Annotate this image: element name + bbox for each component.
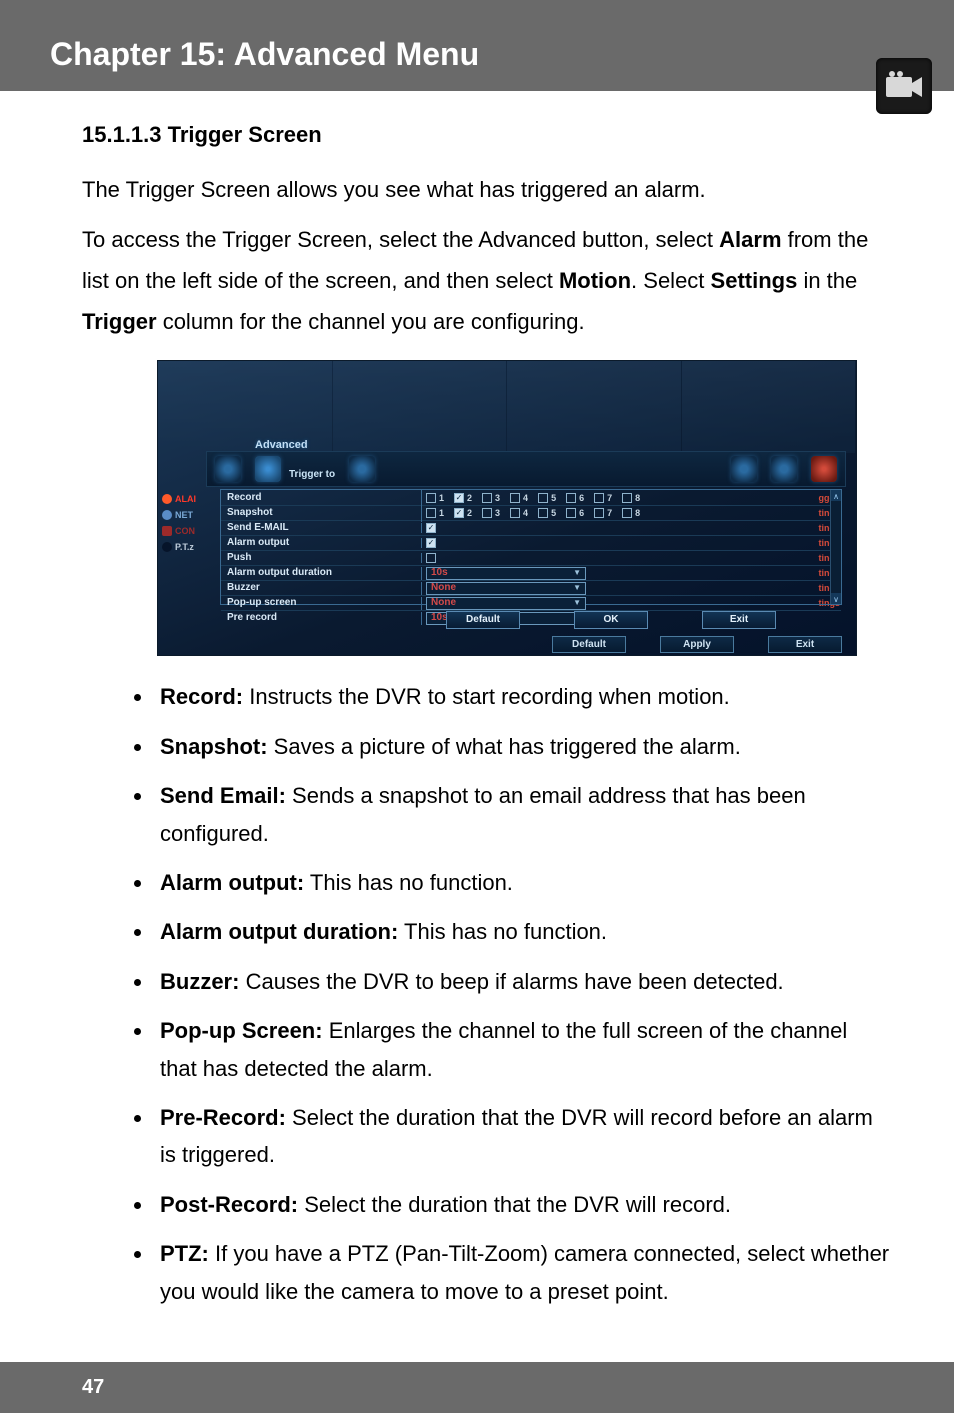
channel-number: 3 [495, 490, 500, 507]
channel-number: 1 [439, 490, 444, 507]
checkbox[interactable] [482, 493, 492, 503]
list-item: Snapshot: Saves a picture of what has tr… [154, 728, 890, 765]
row-push: Push [221, 550, 841, 565]
checkbox[interactable] [566, 493, 576, 503]
channel-number: 8 [635, 490, 640, 507]
toolbar-icon[interactable] [215, 456, 241, 482]
list-item: Post-Record: Select the duration that th… [154, 1186, 890, 1223]
definition-list: Record: Instructs the DVR to start recor… [82, 678, 890, 1309]
checkbox[interactable]: ✓ [426, 538, 436, 548]
dropdown[interactable]: 10s▼ [426, 567, 586, 580]
list-item: Buzzer: Causes the DVR to beep if alarms… [154, 963, 890, 1000]
channel-number: 8 [635, 505, 640, 522]
checkbox[interactable] [538, 508, 548, 518]
channel-number: 6 [579, 490, 584, 507]
trigger-panel: Record 1✓2345678 Snapshot 1✓2345678 Send… [220, 489, 842, 605]
checkbox[interactable] [510, 493, 520, 503]
row-record: Record 1✓2345678 [221, 490, 841, 505]
exit-button[interactable]: Exit [702, 611, 776, 629]
row-snapshot: Snapshot 1✓2345678 [221, 505, 841, 520]
channel-number: 6 [579, 505, 584, 522]
section-heading: 15.1.1.3 Trigger Screen [82, 115, 890, 156]
paragraph-2: To access the Trigger Screen, select the… [82, 220, 890, 342]
checkbox[interactable] [538, 493, 548, 503]
channel-number: 5 [551, 490, 556, 507]
chapter-title: Chapter 15: Advanced Menu [50, 36, 924, 73]
sidebar-item-alarm[interactable]: ALAI [158, 491, 220, 507]
checkbox[interactable] [622, 508, 632, 518]
page-number: 47 [82, 1376, 104, 1398]
gear-icon[interactable] [255, 456, 281, 482]
panel-buttons: Default OK Exit [446, 611, 776, 629]
checkbox[interactable] [426, 493, 436, 503]
row-alarm-output: Alarm output ✓ [221, 535, 841, 550]
row-send-email: Send E-MAIL ✓ [221, 520, 841, 535]
list-item: Send Email: Sends a snapshot to an email… [154, 777, 890, 852]
toolbar-icon[interactable] [349, 456, 375, 482]
list-item: Pop-up Screen: Enlarges the channel to t… [154, 1012, 890, 1087]
row-buzzer: Buzzer None▼ [221, 580, 841, 595]
row-alarm-out-duration: Alarm output duration 10s▼ [221, 565, 841, 580]
list-item: Record: Instructs the DVR to start recor… [154, 678, 890, 715]
dvr-screenshot: Advanced Trigger to ALAI NET CON P.T.z [157, 360, 890, 656]
checkbox[interactable]: ✓ [454, 508, 464, 518]
scrollbar[interactable]: ∧∨ [830, 490, 841, 604]
channel-number: 4 [523, 505, 528, 522]
chapter-header: Chapter 15: Advanced Menu [0, 0, 954, 91]
checkbox[interactable] [622, 493, 632, 503]
channel-number: 3 [495, 505, 500, 522]
channel-number: 2 [467, 490, 472, 507]
list-item: Pre-Record: Select the duration that the… [154, 1099, 890, 1174]
checkbox[interactable] [594, 508, 604, 518]
checkbox[interactable] [426, 553, 436, 563]
outer-buttons: Default Apply Exit [552, 636, 842, 653]
sidebar-item-com[interactable]: CON [158, 523, 220, 539]
channel-number: 5 [551, 505, 556, 522]
list-item: Alarm output duration: This has no funct… [154, 913, 890, 950]
channel-number: 7 [607, 490, 612, 507]
exit-button[interactable]: Exit [768, 636, 842, 653]
checkbox[interactable]: ✓ [454, 493, 464, 503]
checkbox[interactable]: ✓ [426, 523, 436, 533]
page-content: 15.1.1.3 Trigger Screen The Trigger Scre… [0, 91, 954, 1362]
power-icon[interactable] [811, 456, 837, 482]
ok-button[interactable]: OK [574, 611, 648, 629]
default-button[interactable]: Default [552, 636, 626, 653]
checkbox[interactable] [566, 508, 576, 518]
dvr-toolbar: Trigger to [206, 451, 846, 487]
paragraph-1: The Trigger Screen allows you see what h… [82, 170, 890, 211]
channel-number: 4 [523, 490, 528, 507]
list-item: Alarm output: This has no function. [154, 864, 890, 901]
trigger-to-label: Trigger to [289, 466, 335, 487]
toolbar-icon[interactable] [771, 456, 797, 482]
sidebar-item-ptz[interactable]: P.T.z [158, 539, 220, 555]
list-item: PTZ: If you have a PTZ (Pan-Tilt-Zoom) c… [154, 1235, 890, 1310]
checkbox[interactable] [482, 508, 492, 518]
dropdown[interactable]: None▼ [426, 582, 586, 595]
row-popup-screen: Pop-up screen None▼ [221, 595, 841, 610]
channel-number: 7 [607, 505, 612, 522]
sidebar-item-network[interactable]: NET [158, 507, 220, 523]
dvr-sidebar: ALAI NET CON P.T.z [158, 491, 220, 555]
apply-button[interactable]: Apply [660, 636, 734, 653]
default-button[interactable]: Default [446, 611, 520, 629]
channel-number: 2 [467, 505, 472, 522]
checkbox[interactable] [426, 508, 436, 518]
channel-number: 1 [439, 505, 444, 522]
page-footer: 47 [0, 1362, 954, 1413]
checkbox[interactable] [594, 493, 604, 503]
camera-icon [876, 58, 932, 114]
dropdown[interactable]: None▼ [426, 597, 586, 610]
checkbox[interactable] [510, 508, 520, 518]
info-icon[interactable] [731, 456, 757, 482]
